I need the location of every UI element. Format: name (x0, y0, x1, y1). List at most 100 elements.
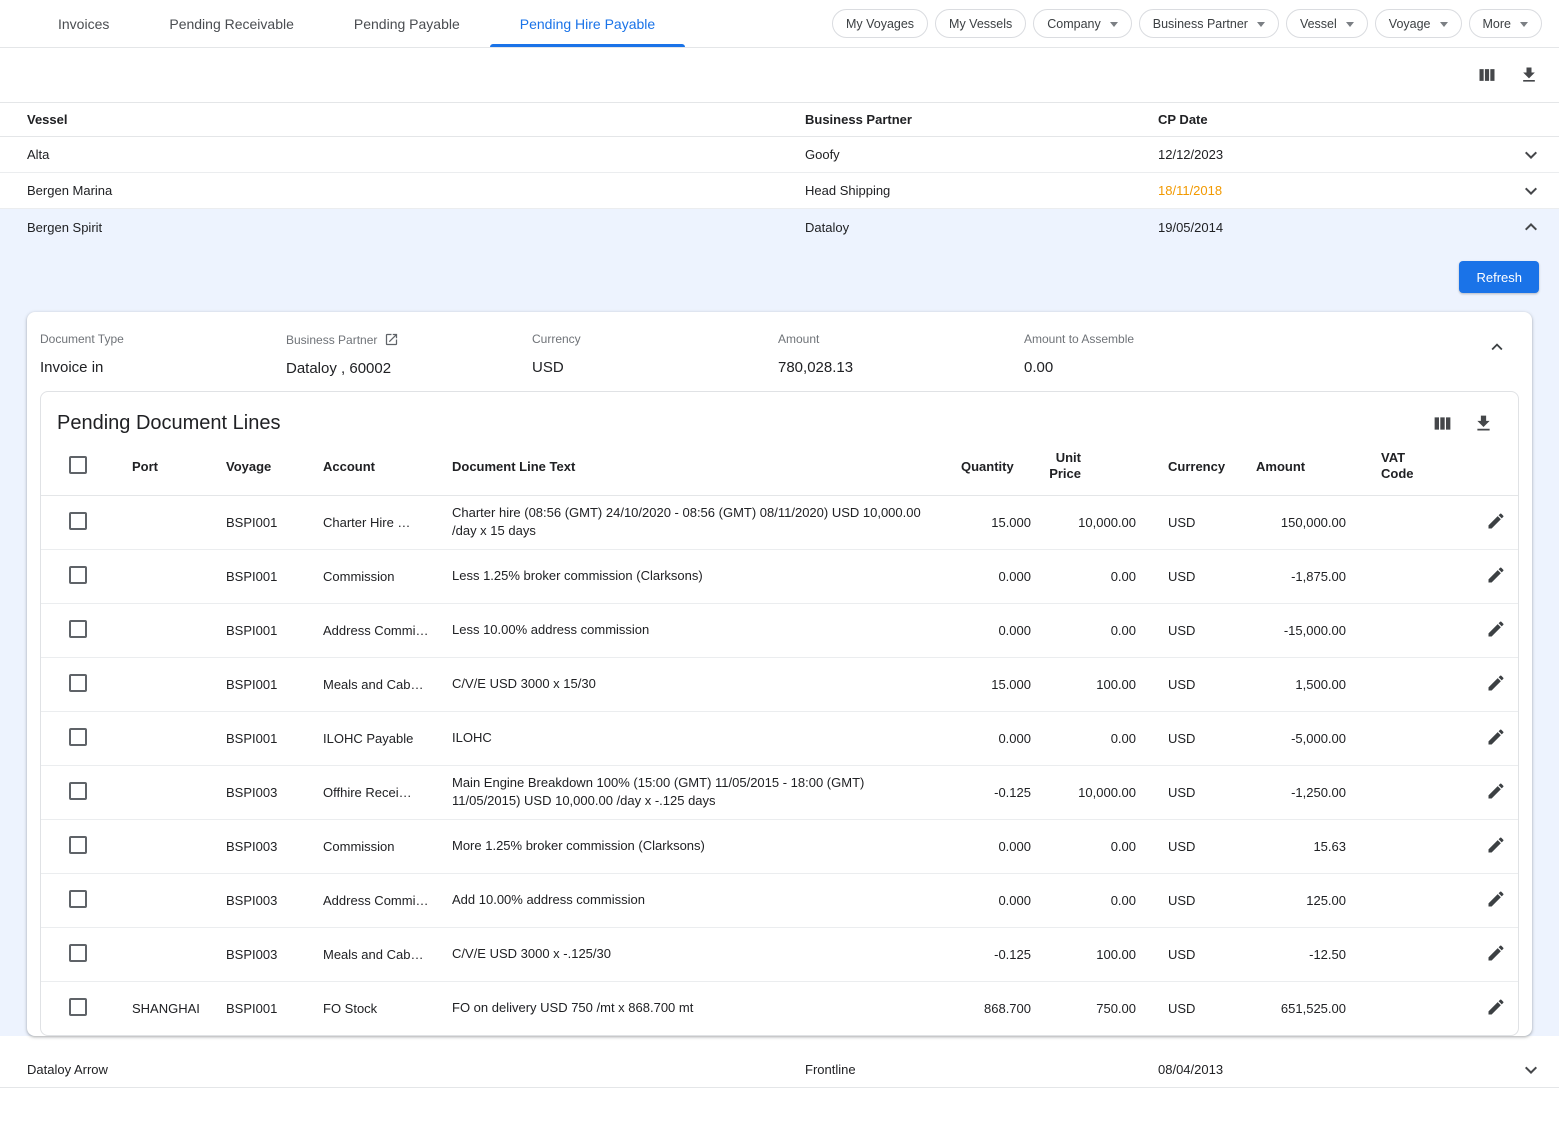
row-checkbox[interactable] (69, 620, 87, 638)
currency-cell: USD (1144, 765, 1256, 819)
edit-pencil-icon (1486, 997, 1506, 1017)
chip-label: Company (1047, 17, 1101, 31)
pending-document-lines-card: Pending Document Lines (40, 391, 1519, 1036)
tab-bar: Invoices Pending Receivable Pending Paya… (28, 0, 685, 47)
chip-label: Vessel (1300, 17, 1337, 31)
edit-pencil-icon (1486, 511, 1506, 531)
vat-code-cell (1354, 765, 1461, 819)
edit-line-button[interactable] (1486, 619, 1506, 639)
row-checkbox[interactable] (69, 998, 87, 1016)
vessel-row-alta[interactable]: Alta Goofy 12/12/2023 (0, 137, 1559, 173)
header-account: Account (323, 438, 452, 495)
columns-button[interactable] (1477, 65, 1497, 85)
field-value: USD (532, 359, 778, 376)
currency-cell: USD (1144, 549, 1256, 603)
vessel-table: Vessel Business Partner CP Date Alta Goo… (0, 102, 1559, 1088)
pending-lines-table: Port Voyage Account Document Line Text Q… (41, 438, 1519, 1035)
voyage-cell: BSPI003 (226, 765, 323, 819)
port-cell (132, 549, 226, 603)
download-button[interactable] (1519, 65, 1539, 85)
lines-header-row: Port Voyage Account Document Line Text Q… (41, 438, 1519, 495)
vessel-name: Bergen Marina (0, 183, 805, 198)
unit-price-cell: 10,000.00 (1039, 765, 1144, 819)
quantity-cell: 0.000 (961, 873, 1039, 927)
expand-row-button[interactable] (1519, 143, 1543, 167)
edit-line-button[interactable] (1486, 673, 1506, 693)
chip-label: My Vessels (949, 17, 1012, 31)
amount-cell: 15.63 (1256, 819, 1354, 873)
filter-chip-my-vessels[interactable]: My Vessels (935, 9, 1026, 38)
chevron-down-icon (1257, 22, 1265, 27)
document-line-row: BSPI001 Meals and Cab… C/V/E USD 3000 x … (41, 657, 1519, 711)
document-line-text-cell: Main Engine Breakdown 100% (15:00 (GMT) … (452, 765, 961, 819)
edit-line-button[interactable] (1486, 511, 1506, 531)
header-voyage: Voyage (226, 438, 323, 495)
filter-chip-vessel[interactable]: Vessel (1286, 9, 1368, 38)
document-line-row: BSPI001 Commission Less 1.25% broker com… (41, 549, 1519, 603)
filter-chip-my-voyages[interactable]: My Voyages (832, 9, 928, 38)
edit-pencil-icon (1486, 619, 1506, 639)
tab-invoices[interactable]: Invoices (28, 0, 139, 47)
vessel-row-dataloy-arrow[interactable]: Dataloy Arrow Frontline 08/04/2013 (0, 1052, 1559, 1088)
edit-line-button[interactable] (1486, 835, 1506, 855)
row-checkbox[interactable] (69, 944, 87, 962)
chip-label: Voyage (1389, 17, 1431, 31)
filter-chip-company[interactable]: Company (1033, 9, 1132, 38)
quantity-cell: 15.000 (961, 495, 1039, 549)
document-line-row: BSPI003 Address Commi… Add 10.00% addres… (41, 873, 1519, 927)
header-unit-price: Unit Price (1039, 438, 1144, 495)
edit-line-button[interactable] (1486, 997, 1506, 1017)
edit-line-button[interactable] (1486, 889, 1506, 909)
row-checkbox[interactable] (69, 890, 87, 908)
vessel-row-bergen-spirit[interactable]: Bergen Spirit Dataloy 19/05/2014 (0, 209, 1559, 245)
filter-chip-more[interactable]: More (1469, 9, 1542, 38)
lines-download-button[interactable] (1473, 413, 1494, 434)
chevron-down-icon (1440, 22, 1448, 27)
unit-price-cell: 0.00 (1039, 549, 1144, 603)
unit-price-cell: 750.00 (1039, 981, 1144, 1035)
document-line-row: BSPI003 Meals and Cab… C/V/E USD 3000 x … (41, 927, 1519, 981)
document-line-text-cell: More 1.25% broker commission (Clarksons) (452, 819, 961, 873)
open-business-partner-link[interactable] (384, 332, 399, 347)
unit-price-cell: 100.00 (1039, 927, 1144, 981)
filter-chip-voyage[interactable]: Voyage (1375, 9, 1462, 38)
port-cell (132, 927, 226, 981)
account-cell: Address Commi… (323, 873, 452, 927)
row-checkbox[interactable] (69, 836, 87, 854)
row-checkbox[interactable] (69, 512, 87, 530)
collapse-document-button[interactable] (1486, 336, 1508, 358)
document-fields: Document Type Invoice in Business Partne… (27, 312, 1532, 391)
edit-line-button[interactable] (1486, 943, 1506, 963)
tab-pending-payable[interactable]: Pending Payable (324, 0, 490, 47)
expand-row-button[interactable] (1519, 179, 1543, 203)
row-checkbox[interactable] (69, 566, 87, 584)
row-checkbox[interactable] (69, 728, 87, 746)
tab-pending-receivable[interactable]: Pending Receivable (139, 0, 324, 47)
cp-date: 08/04/2013 (1158, 1062, 1503, 1077)
vat-code-cell (1354, 927, 1461, 981)
collapse-row-button[interactable] (1519, 215, 1543, 239)
chevron-down-icon (1346, 22, 1354, 27)
chevron-down-icon (1519, 143, 1543, 167)
edit-line-button[interactable] (1486, 565, 1506, 585)
expand-row-button[interactable] (1519, 1058, 1543, 1082)
vessel-row-bergen-marina[interactable]: Bergen Marina Head Shipping 18/11/2018 (0, 173, 1559, 209)
voyage-cell: BSPI001 (226, 981, 323, 1035)
edit-line-button[interactable] (1486, 727, 1506, 747)
vat-code-cell (1354, 873, 1461, 927)
amount-cell: -12.50 (1256, 927, 1354, 981)
select-all-checkbox[interactable] (69, 456, 87, 474)
account-cell: Meals and Cab… (323, 657, 452, 711)
row-checkbox[interactable] (69, 782, 87, 800)
document-line-text-cell: Less 1.25% broker commission (Clarksons) (452, 549, 961, 603)
vessel-name: Dataloy Arrow (0, 1062, 805, 1077)
edit-line-button[interactable] (1486, 781, 1506, 801)
refresh-button[interactable]: Refresh (1459, 261, 1539, 293)
document-line-row: BSPI001 ILOHC Payable ILOHC 0.000 0.00 U… (41, 711, 1519, 765)
row-checkbox[interactable] (69, 674, 87, 692)
lines-columns-button[interactable] (1432, 413, 1453, 434)
unit-price-cell: 0.00 (1039, 711, 1144, 765)
tab-pending-hire-payable[interactable]: Pending Hire Payable (490, 0, 685, 47)
currency-cell: USD (1144, 711, 1256, 765)
filter-chip-business-partner[interactable]: Business Partner (1139, 9, 1279, 38)
